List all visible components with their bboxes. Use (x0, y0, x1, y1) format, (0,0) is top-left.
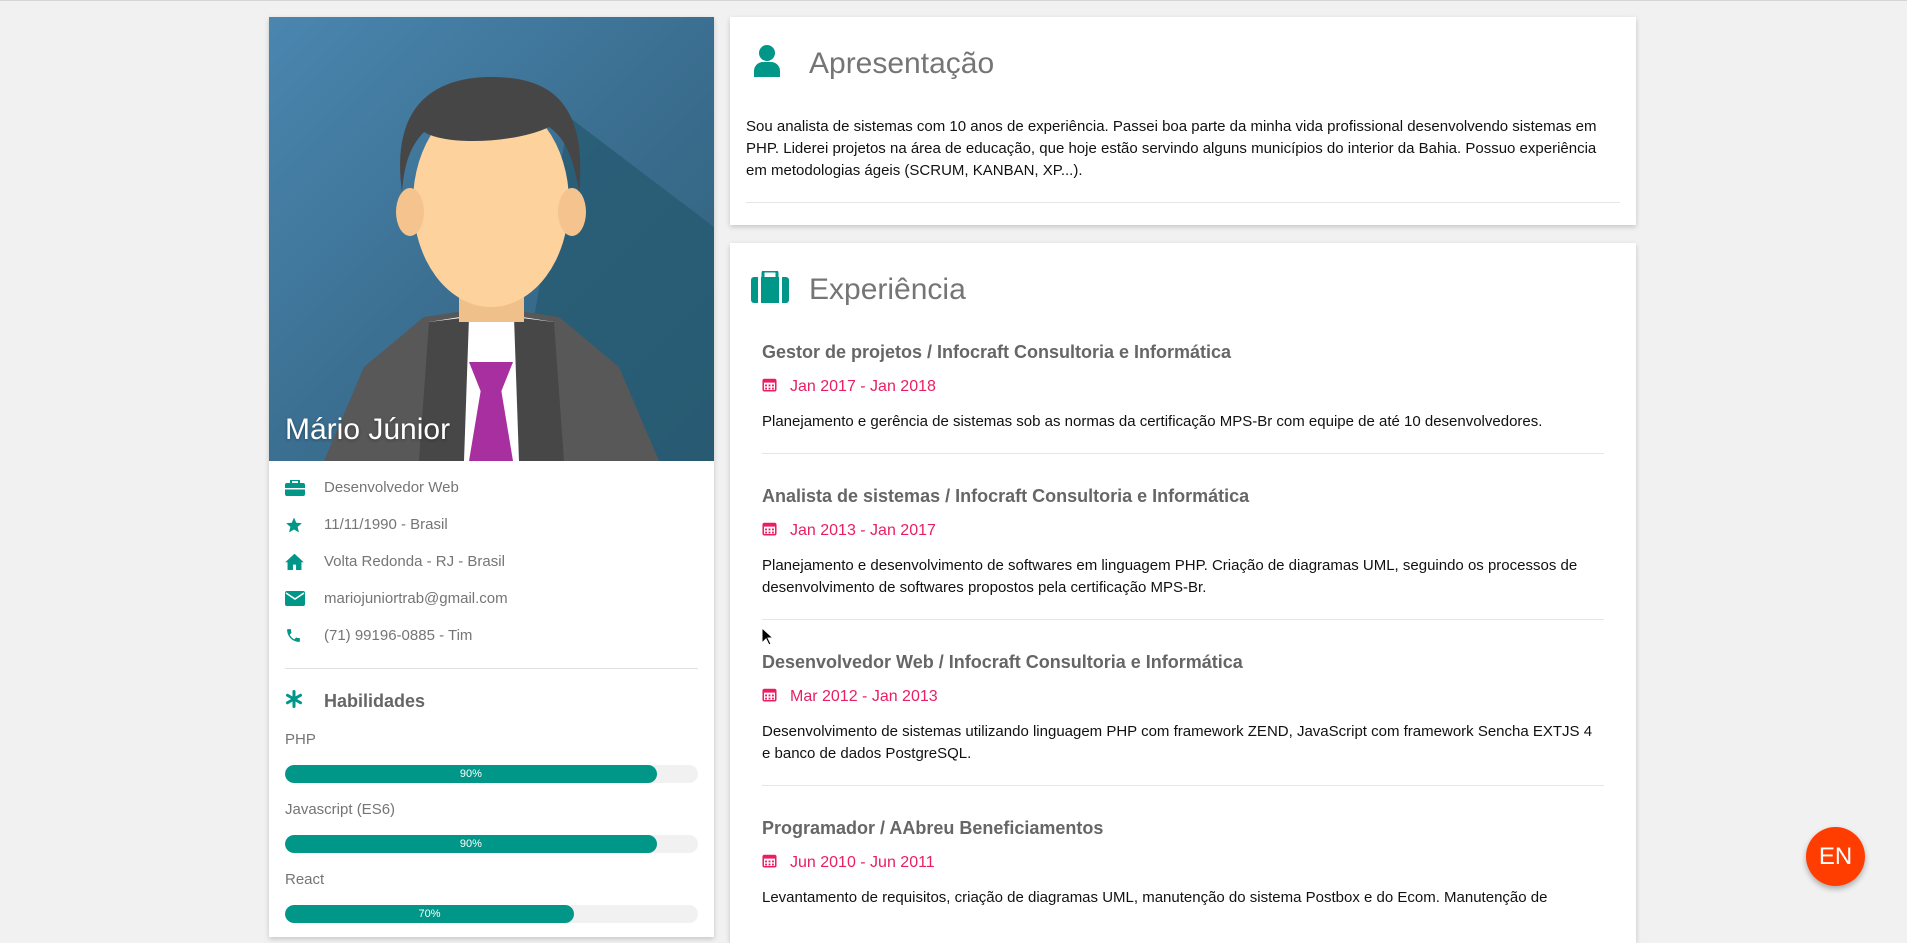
job-date-text: Jan 2017 - Jan 2018 (790, 378, 936, 395)
profile-card: Mário Júnior Desenvolvedor Web 11/11/199… (269, 17, 714, 937)
job-description: Planejamento e gerência de sistemas sob … (762, 413, 1543, 430)
skill-bar-fill: 70% (285, 905, 575, 923)
info-email: mariojuniortrab@gmail.com (285, 580, 698, 617)
skill-react: React 70% (285, 871, 698, 923)
skills-heading: Habilidades (285, 690, 698, 713)
experience-header: Experiência (730, 243, 1636, 308)
skill-php: PHP 90% (285, 731, 698, 783)
job-title: Programador / AAbreu Beneficiamentos (762, 818, 1104, 838)
job-entry: Programador / AAbreu Beneficiamentos Jun… (762, 818, 1604, 909)
job-entry: Analista de sistemas / Infocraft Consult… (762, 486, 1604, 620)
info-divider (285, 668, 698, 669)
calendar-icon (762, 521, 777, 541)
job-divider (762, 619, 1604, 620)
phone-icon (285, 627, 324, 644)
asterisk-icon (285, 690, 324, 713)
job-date-text: Mar 2012 - Jan 2013 (790, 688, 938, 705)
skill-label: Javascript (ES6) (285, 801, 396, 818)
profile-name: Mário Júnior (285, 413, 451, 446)
user-icon (754, 45, 793, 82)
briefcase-icon (285, 479, 324, 496)
experience-card: Experiência Gestor de projetos / Infocra… (730, 243, 1636, 943)
about-card: Apresentação Sou analista de sistemas co… (730, 17, 1636, 225)
language-toggle-button[interactable]: EN (1806, 827, 1865, 886)
info-location: Volta Redonda - RJ - Brasil (285, 543, 698, 580)
skill-bar: 70% (285, 905, 698, 923)
star-icon (285, 516, 324, 534)
job-date: Jan 2013 - Jan 2017 (762, 521, 1604, 541)
job-description: Desenvolvimento de sistemas utilizando l… (762, 723, 1593, 762)
job-title: Gestor de projetos / Infocraft Consultor… (762, 342, 1232, 362)
job-divider (762, 785, 1604, 786)
info-email-text: mariojuniortrab@gmail.com (324, 590, 508, 607)
home-icon (285, 553, 324, 570)
mouse-cursor-icon (762, 628, 774, 646)
job-date: Jun 2010 - Jun 2011 (762, 853, 1604, 873)
skill-label: React (285, 871, 325, 888)
job-date-text: Jan 2013 - Jan 2017 (790, 522, 936, 539)
envelope-icon (285, 591, 324, 606)
info-role: Desenvolvedor Web (285, 469, 698, 506)
skill-label: PHP (285, 731, 316, 748)
about-text: Sou analista de sistemas com 10 anos de … (746, 118, 1597, 179)
skills-title: Habilidades (324, 691, 426, 711)
info-birth: 11/11/1990 - Brasil (285, 506, 698, 543)
avatar-illustration (324, 77, 714, 461)
job-title: Desenvolvedor Web / Infocraft Consultori… (762, 652, 1243, 672)
job-divider (762, 453, 1604, 454)
profile-info: Desenvolvedor Web 11/11/1990 - Brasil Vo… (269, 461, 714, 923)
job-date: Mar 2012 - Jan 2013 (762, 687, 1604, 707)
job-description: Planejamento e desenvolvimento de softwa… (762, 557, 1578, 596)
calendar-icon (762, 377, 777, 397)
job-description: Levantamento de requisitos, criação de d… (762, 889, 1548, 906)
skill-bar-fill: 90% (285, 765, 657, 783)
about-header: Apresentação (730, 17, 1636, 82)
job-entry: Desenvolvedor Web / Infocraft Consultori… (762, 652, 1604, 786)
job-date: Jan 2017 - Jan 2018 (762, 377, 1604, 397)
info-role-text: Desenvolvedor Web (324, 479, 459, 496)
info-location-text: Volta Redonda - RJ - Brasil (324, 553, 505, 570)
calendar-icon (762, 853, 777, 873)
info-phone-text: (71) 99196-0885 - Tim (324, 627, 473, 644)
about-divider (746, 202, 1620, 203)
calendar-icon (762, 687, 777, 707)
about-title: Apresentação (809, 46, 995, 80)
job-entry: Gestor de projetos / Infocraft Consultor… (762, 342, 1604, 454)
experience-title: Experiência (809, 272, 966, 306)
skill-bar: 90% (285, 835, 698, 853)
skill-javascript: Javascript (ES6) 90% (285, 801, 698, 853)
briefcase-icon (751, 269, 790, 308)
info-phone: (71) 99196-0885 - Tim (285, 617, 698, 654)
profile-photo: Mário Júnior (269, 17, 714, 461)
skill-bar: 90% (285, 765, 698, 783)
job-title: Analista de sistemas / Infocraft Consult… (762, 486, 1250, 506)
skill-bar-fill: 90% (285, 835, 657, 853)
info-birth-text: 11/11/1990 - Brasil (324, 516, 448, 533)
job-date-text: Jun 2010 - Jun 2011 (790, 854, 935, 871)
